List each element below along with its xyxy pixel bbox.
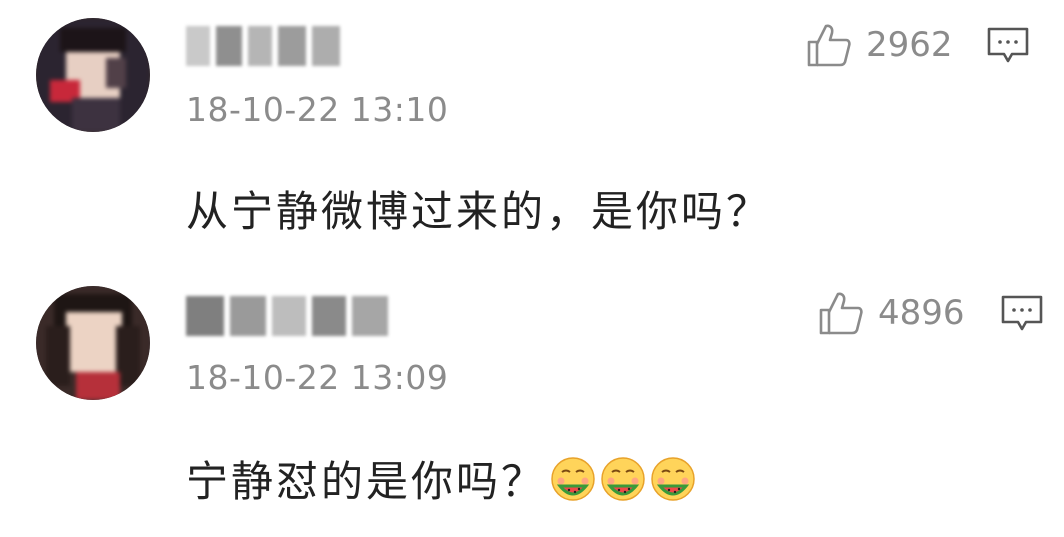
- comment-timestamp: 18-10-22 13:09: [186, 358, 449, 397]
- comment-item: 18-10-22 13:09 4896 宁静怼的是你吗？: [0, 0, 1064, 537]
- username[interactable]: [186, 296, 392, 336]
- like-count: 4896: [878, 293, 965, 333]
- comment-bubble-icon[interactable]: [1000, 294, 1044, 334]
- watermelon-eating-emoji: [651, 457, 695, 501]
- comment-text: 宁静怼的是你吗？: [186, 448, 696, 509]
- avatar[interactable]: [36, 286, 150, 400]
- watermelon-eating-emoji: [551, 457, 595, 501]
- like-button[interactable]: 4896: [818, 290, 965, 336]
- watermelon-eating-emoji: [601, 457, 645, 501]
- comment-text-content: 宁静怼的是你吗？: [186, 457, 547, 506]
- thumbs-up-icon: [819, 292, 863, 335]
